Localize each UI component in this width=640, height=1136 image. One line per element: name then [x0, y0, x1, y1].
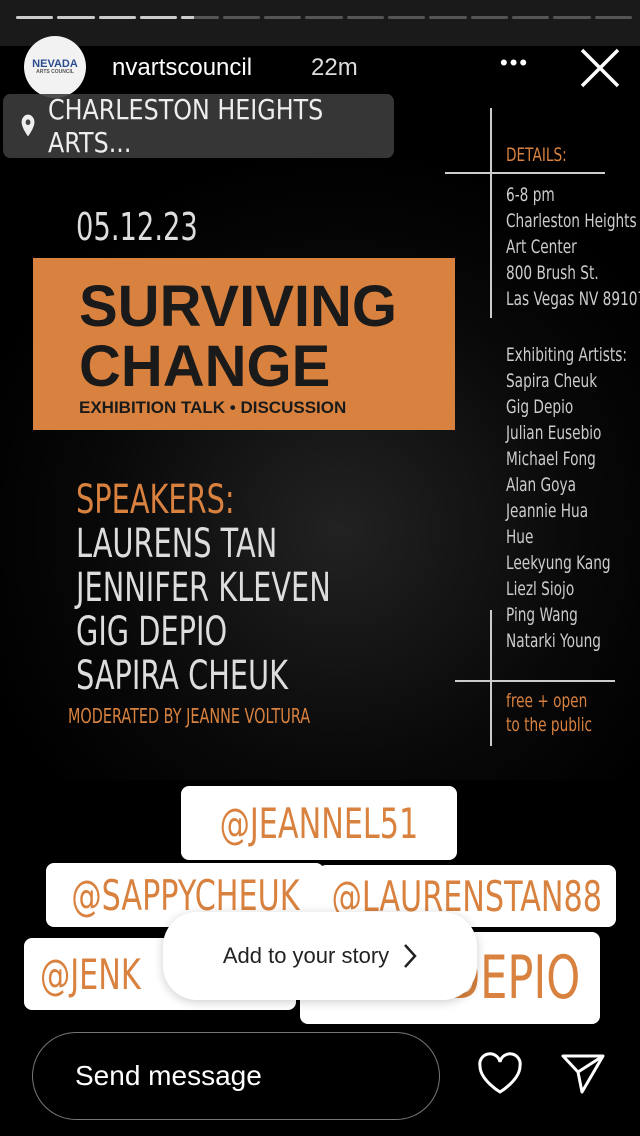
- footer-line: free + open: [506, 690, 588, 712]
- heart-icon[interactable]: [476, 1052, 524, 1096]
- progress-segment: [346, 16, 384, 19]
- chevron-right-icon: [404, 944, 417, 968]
- story-progress: [16, 16, 632, 19]
- speaker: GIG DEPIO: [76, 609, 228, 655]
- artist-name: Michael Fong: [506, 448, 596, 470]
- location-sticker[interactable]: CHARLESTON HEIGHTS ARTS...: [3, 93, 394, 159]
- username[interactable]: nvartscouncil: [112, 54, 252, 82]
- progress-segment: [222, 16, 260, 19]
- detail-line: Art Center: [506, 236, 577, 258]
- speaker: JENNIFER KLEVEN: [76, 565, 331, 611]
- footer-line: to the public: [506, 714, 593, 736]
- close-icon[interactable]: [578, 46, 622, 90]
- progress-segment: [511, 16, 550, 19]
- add-to-story-label: Add to your story: [222, 943, 390, 968]
- progress-segment: [429, 16, 467, 19]
- progress-segment: [470, 16, 508, 19]
- progress-segment: [305, 16, 343, 19]
- detail-line: Las Vegas NV 89107: [506, 288, 640, 310]
- mention-text: @JEANNEL51: [219, 798, 419, 848]
- story-poster: 05.12.23 SURVIVING CHANGE EXHIBITION TAL…: [0, 100, 640, 780]
- subtitle: EXHIBITION TALK • DISCUSSION: [79, 398, 347, 417]
- event-date: 05.12.23: [76, 205, 198, 249]
- progress-segment: [553, 16, 591, 19]
- artist-name: Natarki Young: [506, 630, 601, 652]
- progress-segment: [16, 16, 54, 19]
- artists-list: Sapira Cheuk Gig Depio Julian Eusebio Micha…: [506, 368, 611, 654]
- progress-segment: [139, 16, 178, 19]
- story-header: NEVADA ARTS COUNCIL nvartscouncil 22m •••: [0, 36, 640, 100]
- add-to-story-button[interactable]: Add to your story: [163, 912, 477, 1000]
- location-label: CHARLESTON HEIGHTS ARTS...: [47, 93, 324, 159]
- send-message-input[interactable]: Send message: [32, 1032, 440, 1120]
- artist-name: Sapira Cheuk: [506, 370, 598, 392]
- divider: [455, 680, 615, 682]
- mention-sticker[interactable]: @JEANNEL51: [181, 786, 457, 860]
- bottom-bar: Send message: [0, 1030, 640, 1136]
- progress-segment: [98, 16, 136, 19]
- divider: [490, 108, 492, 318]
- speakers-label: SPEAKERS:: [76, 477, 235, 523]
- artist-name: Hue: [506, 526, 534, 548]
- details-list: 6-8 pm Charleston Heights Art Center 800 Br…: [506, 182, 640, 312]
- artist-name: Alan Goya: [506, 474, 577, 496]
- artist-name: Ping Wang: [506, 604, 578, 626]
- title-line-1: SURVIVING: [79, 274, 398, 339]
- artist-name: Leekyung Kang: [506, 552, 611, 574]
- speaker: LAURENS TAN: [76, 521, 278, 567]
- detail-line: 6-8 pm: [506, 184, 555, 206]
- post-time: 22m: [311, 54, 358, 81]
- location-pin-icon: [21, 114, 35, 137]
- details-label: DETAILS:: [506, 144, 567, 166]
- progress-segment: [387, 16, 426, 19]
- title-banner: SURVIVING CHANGE EXHIBITION TALK • DISCU…: [33, 258, 455, 430]
- speaker: SAPIRA CHEUK: [76, 653, 289, 699]
- send-icon[interactable]: [560, 1052, 606, 1096]
- detail-line: 800 Brush St.: [506, 262, 599, 284]
- progress-segment: [594, 16, 632, 19]
- progress-segment: [57, 16, 95, 19]
- divider: [445, 172, 605, 174]
- mention-text: @JENK: [40, 949, 141, 999]
- artist-name: Jeannie Hua: [506, 500, 589, 522]
- detail-line: Charleston Heights: [506, 210, 637, 232]
- artist-name: Julian Eusebio: [506, 422, 602, 444]
- moderator: MODERATED BY JEANNE VOLTURA: [68, 704, 311, 728]
- avatar-logo-sub: ARTS COUNCIL: [36, 69, 74, 75]
- artists-label: Exhibiting Artists:: [506, 344, 627, 366]
- send-message-placeholder: Send message: [75, 1060, 262, 1091]
- artist-name: Gig Depio: [506, 396, 574, 418]
- title-line-2: CHANGE: [79, 334, 331, 399]
- progress-segment: [181, 16, 219, 19]
- divider: [490, 610, 492, 746]
- artist-name: Liezl Siojo: [506, 578, 575, 600]
- avatar[interactable]: NEVADA ARTS COUNCIL: [24, 36, 86, 98]
- progress-segment: [263, 16, 302, 19]
- more-horizontal-icon[interactable]: •••: [500, 50, 529, 76]
